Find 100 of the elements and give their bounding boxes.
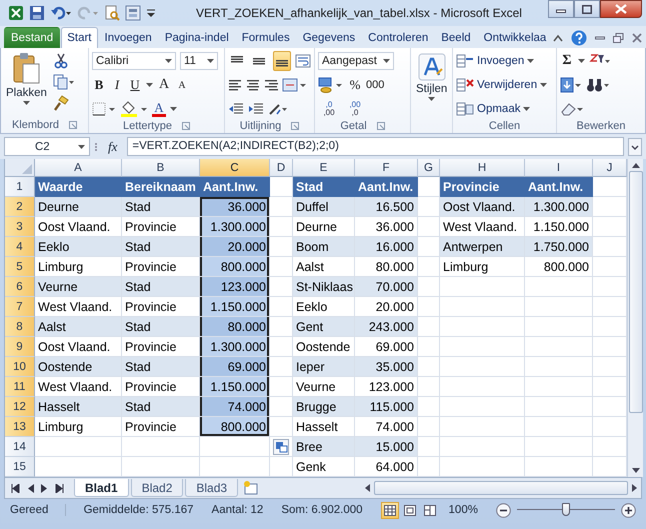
text-align-icon[interactable] xyxy=(246,79,260,91)
help-icon[interactable] xyxy=(571,30,588,46)
ribbon-tab[interactable]: Beeld xyxy=(435,27,477,48)
column-header[interactable]: C xyxy=(200,159,270,177)
row-header[interactable]: 5 xyxy=(5,257,35,277)
row-header[interactable]: 2 xyxy=(5,197,35,217)
vertical-scrollbar[interactable] xyxy=(627,159,643,477)
new-sheet-icon[interactable] xyxy=(242,480,260,496)
last-sheet-icon[interactable] xyxy=(55,484,64,492)
restore-icon[interactable] xyxy=(613,32,624,42)
column-header[interactable]: F xyxy=(355,159,418,177)
column-header[interactable]: J xyxy=(593,159,627,177)
zoom-out-icon[interactable] xyxy=(496,502,511,518)
row-header[interactable]: 8 xyxy=(5,317,35,337)
save-icon[interactable] xyxy=(29,5,45,21)
wrap-text-icon[interactable] xyxy=(294,54,311,68)
row-header[interactable]: 15 xyxy=(5,457,35,477)
previous-sheet-icon[interactable] xyxy=(27,484,34,492)
next-sheet-icon[interactable] xyxy=(41,484,48,492)
percent-button[interactable]: % xyxy=(348,76,362,94)
caret-icon[interactable] xyxy=(578,59,585,63)
insert-cells-button[interactable]: Invoegen xyxy=(456,51,553,71)
minimize-icon[interactable] xyxy=(595,34,606,42)
row-header[interactable]: 6 xyxy=(5,277,35,297)
row-header[interactable]: 7 xyxy=(5,297,35,317)
merge-cells-icon[interactable] xyxy=(282,78,306,92)
normal-view-button[interactable] xyxy=(380,502,399,518)
increase-decimal-button[interactable]: ,0 ,00 xyxy=(318,101,340,117)
zoom-in-icon[interactable] xyxy=(621,502,636,518)
column-header[interactable]: H xyxy=(440,159,525,177)
zoom-level[interactable]: 100% xyxy=(448,504,478,516)
text-align-icon[interactable] xyxy=(264,79,278,91)
increase-indent-icon[interactable] xyxy=(248,102,264,116)
currency-icon[interactable] xyxy=(318,77,344,93)
dialog-launcher-icon[interactable] xyxy=(69,121,78,129)
ribbon-tab[interactable]: Pagina-indel xyxy=(158,27,235,48)
ribbon-tab[interactable]: Invoegen xyxy=(98,27,158,48)
dialog-launcher-icon[interactable] xyxy=(291,122,300,130)
font-color-button[interactable]: A xyxy=(152,102,166,116)
scroll-right-icon[interactable] xyxy=(632,484,637,492)
column-header[interactable]: B xyxy=(122,159,200,177)
decrease-decimal-button[interactable]: ,00 ,0 xyxy=(344,101,366,117)
form-icon[interactable] xyxy=(125,5,141,21)
insert-function-button[interactable]: fx xyxy=(102,138,124,154)
minimize-button[interactable] xyxy=(548,0,574,18)
first-sheet-icon[interactable] xyxy=(11,484,20,492)
column-header[interactable]: E xyxy=(293,159,355,177)
fill-down-icon[interactable] xyxy=(560,77,582,93)
decrease-indent-icon[interactable] xyxy=(228,102,244,116)
thousands-separator-button[interactable]: 000 xyxy=(366,76,384,94)
row-header[interactable]: 13 xyxy=(5,417,35,437)
border-icon[interactable] xyxy=(92,102,116,116)
column-header[interactable]: I xyxy=(525,159,593,177)
close-button[interactable] xyxy=(600,0,642,18)
autosum-button[interactable]: Σ xyxy=(560,52,574,70)
zoom-slider[interactable] xyxy=(516,503,615,517)
binoculars-icon[interactable] xyxy=(586,77,610,93)
row-header[interactable]: 14 xyxy=(5,437,35,457)
row-header[interactable]: 10 xyxy=(5,357,35,377)
sheet-tab[interactable]: Blad2 xyxy=(130,479,184,497)
fill-color-icon[interactable] xyxy=(120,101,148,117)
column-header[interactable]: D xyxy=(270,159,293,177)
column-header[interactable]: G xyxy=(418,159,440,177)
row-header[interactable]: 1 xyxy=(5,177,35,197)
shrink-font-button[interactable]: A xyxy=(175,76,189,94)
copy-icon[interactable] xyxy=(52,74,75,90)
expand-formula-icon[interactable] xyxy=(628,138,642,156)
styles-button[interactable]: Stijlen xyxy=(414,51,450,117)
row-header[interactable]: 9 xyxy=(5,337,35,357)
ribbon-tab[interactable]: Controleren xyxy=(362,27,434,48)
ribbon-tab[interactable]: Formules xyxy=(236,27,296,48)
paste-options-icon[interactable] xyxy=(273,439,289,455)
font-style-button[interactable]: U xyxy=(128,76,142,94)
print-preview-icon[interactable] xyxy=(104,5,120,21)
caret-icon[interactable] xyxy=(146,83,153,87)
ribbon-tab[interactable]: Start xyxy=(61,27,98,48)
number-format-field[interactable]: Aangepast xyxy=(318,52,394,70)
grow-font-button[interactable]: A xyxy=(157,76,171,94)
row-header[interactable]: 4 xyxy=(5,237,35,257)
column-header[interactable]: A xyxy=(35,159,122,177)
row-header[interactable]: 3 xyxy=(5,217,35,237)
dialog-launcher-icon[interactable] xyxy=(182,122,190,130)
delete-cells-button[interactable]: Verwijderen xyxy=(456,75,553,95)
text-align-icon[interactable] xyxy=(228,79,242,91)
vertical-align-button[interactable] xyxy=(272,51,291,71)
font-style-button[interactable]: B xyxy=(92,76,106,94)
brush-icon[interactable] xyxy=(52,95,69,111)
dialog-launcher-icon[interactable] xyxy=(376,122,385,130)
font-size-field[interactable]: 11 xyxy=(180,52,218,70)
format-cells-button[interactable]: Opmaak xyxy=(456,99,553,119)
formula-field[interactable]: =VERT.ZOEKEN(A2;INDIRECT(B2);2;0) xyxy=(127,137,624,156)
caret-icon[interactable] xyxy=(170,107,177,111)
file-tab[interactable]: Bestand xyxy=(4,27,60,48)
sheet-tab[interactable]: Blad3 xyxy=(185,479,238,497)
maximize-button[interactable] xyxy=(574,0,600,18)
ribbon-tab[interactable]: Gegevens xyxy=(296,27,362,48)
font-style-button[interactable]: I xyxy=(110,76,124,94)
sheet-tab[interactable]: Blad1 xyxy=(74,479,129,497)
scroll-left-icon[interactable] xyxy=(365,484,370,492)
undo-icon[interactable] xyxy=(50,5,72,21)
